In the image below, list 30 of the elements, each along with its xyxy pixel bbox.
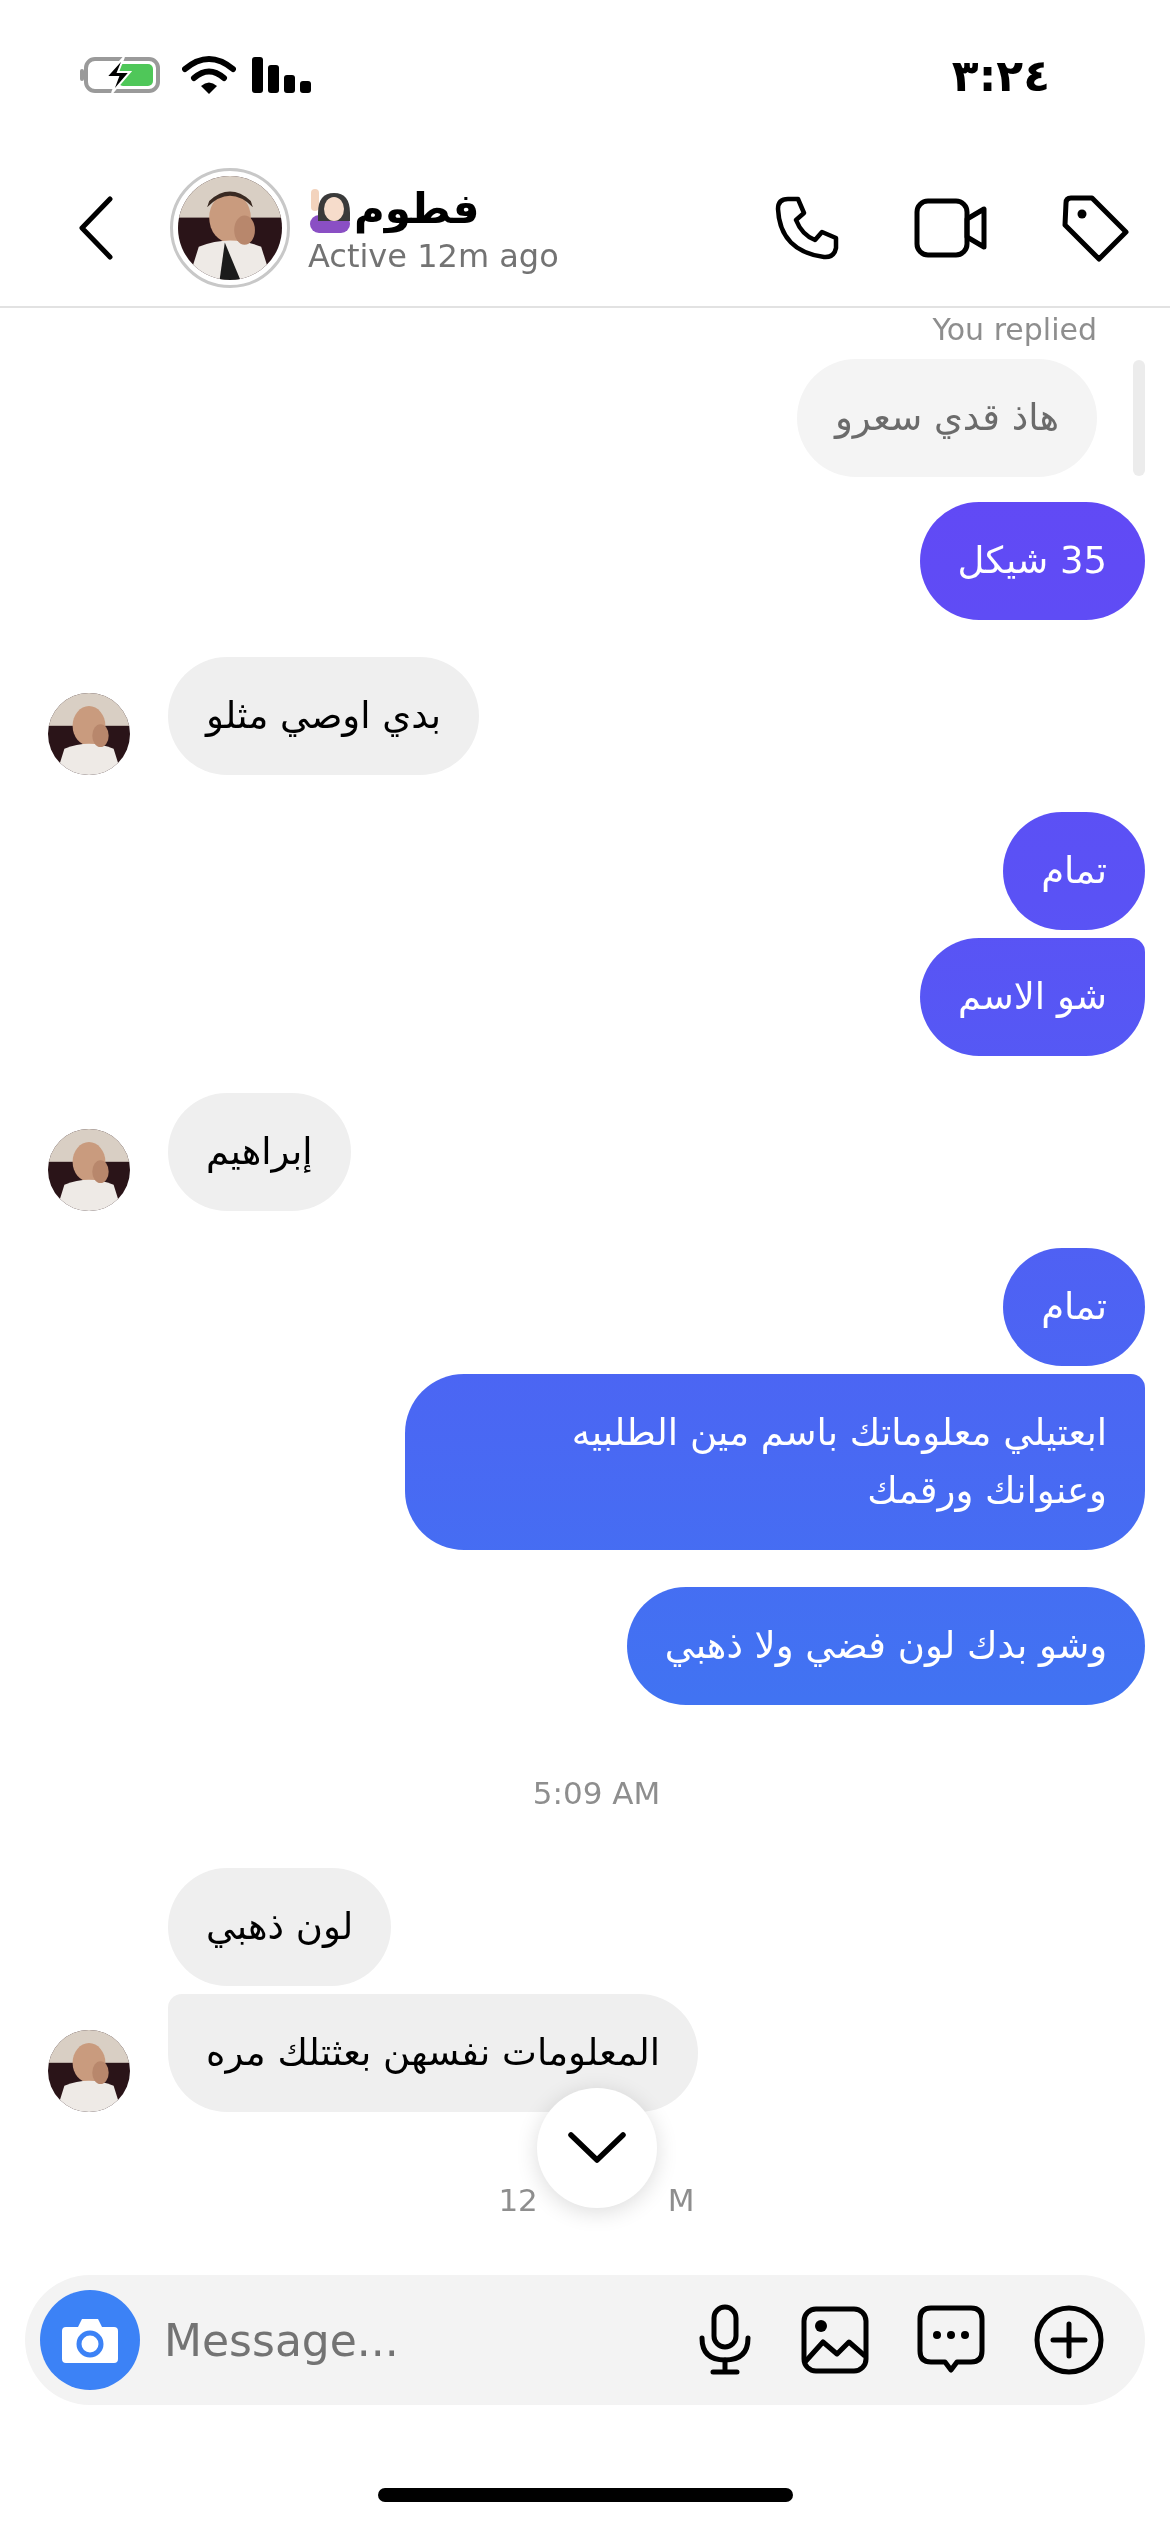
received-message: بدي اوصي مثلو <box>168 657 479 775</box>
sent-message: تمام <box>1003 812 1145 930</box>
timestamp: 5:09 AM <box>532 1774 661 1813</box>
add-icon[interactable] <box>1033 2304 1105 2376</box>
received-message: إبراهيم <box>168 1093 351 1211</box>
wifi-icon <box>182 55 236 95</box>
video-call-icon[interactable] <box>914 197 988 259</box>
sent-message: وشو بدك لون فضي ولا ذهبي <box>626 1587 1145 1705</box>
chat-bubble-icon[interactable] <box>917 2305 985 2375</box>
message-field[interactable]: Message... <box>162 2313 697 2367</box>
back-icon[interactable] <box>76 195 116 261</box>
active-status: Active 12m ago <box>308 237 560 275</box>
timestamp: 12 <box>498 2181 538 2220</box>
status-time: ٣:٢٤ <box>951 49 1050 101</box>
sent-message: تمام <box>1003 1248 1145 1366</box>
profile-avatar[interactable] <box>170 168 290 288</box>
received-message: المعلومات نفسهن بعثتلك مره <box>168 1994 699 2112</box>
timestamp: M <box>667 2181 695 2220</box>
sent-message: 35 شيكل <box>919 502 1145 620</box>
signal-icon <box>252 55 314 95</box>
microphone-icon[interactable] <box>697 2304 753 2376</box>
received-message: لون ذهبي <box>168 1868 392 1986</box>
reply-label: You replied <box>932 312 1097 347</box>
sent-message: ابعتيلي معلوماتك باسم مين الطلبيه وعنوانك ورقمك <box>405 1374 1145 1550</box>
contact-name: فطوم <box>354 183 480 236</box>
sent-message: شو الاسم <box>920 938 1145 1056</box>
quoted-message: هاذ قدي سعرو <box>797 359 1097 477</box>
image-icon[interactable] <box>801 2306 869 2374</box>
tag-icon[interactable] <box>1060 193 1130 263</box>
chevron-down-icon <box>566 2131 627 2165</box>
